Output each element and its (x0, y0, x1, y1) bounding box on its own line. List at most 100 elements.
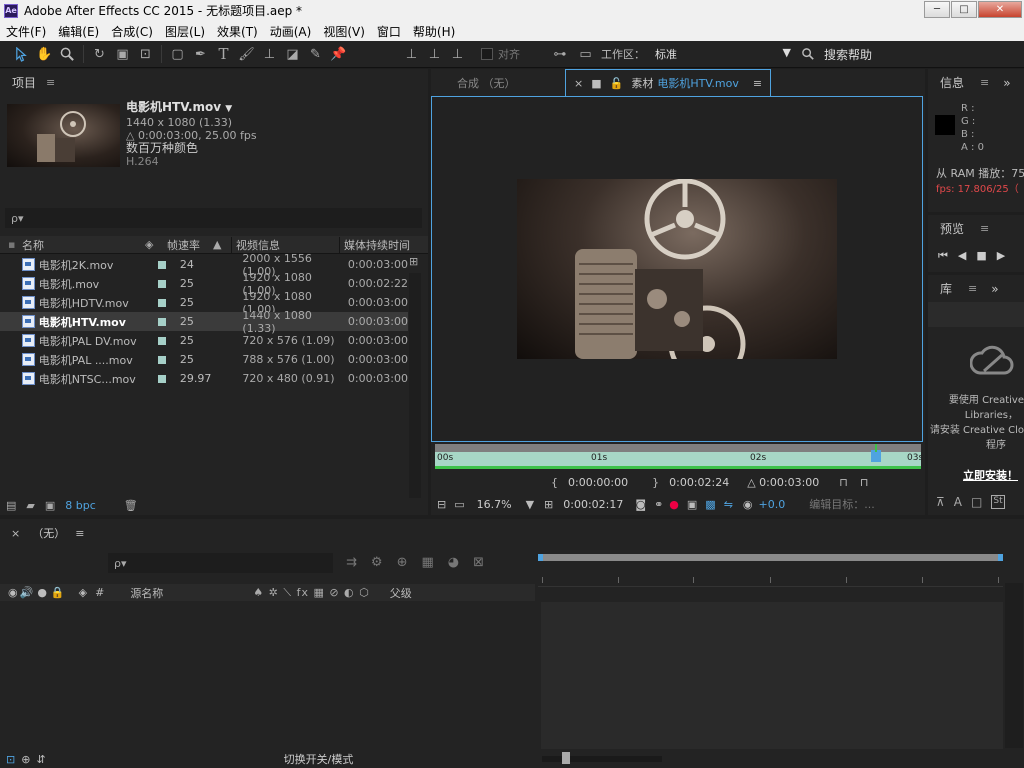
project-search-input[interactable]: ρ▾ (5, 208, 422, 228)
in-point-icon[interactable]: { (551, 476, 558, 489)
parent-header[interactable]: 父级 (390, 585, 412, 601)
col-fps[interactable]: 帧速率 (167, 237, 213, 253)
previous-frame-icon[interactable]: ◀ (958, 249, 966, 263)
expand-panels-icon[interactable]: » (991, 282, 998, 296)
brush-tool-icon[interactable]: 🖌 (237, 45, 256, 64)
tab-footage[interactable]: × ■ 🔓 素材 电影机HTV.mov ≡ (565, 69, 772, 96)
lock-icon[interactable]: 🔓 (610, 77, 624, 90)
out-point-time[interactable]: 0:00:02:24 (669, 476, 729, 489)
menu-window[interactable]: 窗口 (371, 23, 407, 40)
new-composition-icon[interactable]: ▣ (45, 499, 55, 512)
solo-icon[interactable]: ● (37, 586, 47, 599)
layer-area[interactable] (0, 602, 535, 749)
col-video-info[interactable]: 视频信息 (231, 236, 339, 253)
preview-tab[interactable]: 预览 (940, 220, 964, 237)
align-checkbox[interactable] (481, 48, 493, 60)
project-tab[interactable]: 项目 (12, 74, 36, 91)
col-duration[interactable]: 媒体持续时间 (339, 236, 410, 253)
col-name[interactable]: 名称 (22, 237, 145, 253)
overlay-edit-icon[interactable]: ⊓ (860, 476, 869, 489)
label-color-swatch[interactable] (158, 279, 166, 288)
label-color-swatch[interactable] (158, 298, 166, 307)
project-file-row[interactable]: 电影机HTV.mov 25 1440 x 1080 (1.33) 0:00:03:00 (0, 309, 408, 335)
monitor-icon[interactable]: ▭ (454, 498, 464, 511)
install-now-link[interactable]: 立即安装！ (963, 467, 1018, 483)
shy-layers-icon[interactable]: ⊕ (397, 555, 408, 570)
label-color-swatch[interactable] (158, 374, 166, 383)
switches-icons[interactable]: ♠ ✲ ⟍ fx ▦ ⊘ ◐ ⬡ (253, 586, 369, 600)
ripple-insert-icon[interactable]: ⊓ (839, 476, 848, 489)
axis-view-icon[interactable]: ⊥ (448, 45, 467, 64)
stop-icon[interactable]: ■ (976, 249, 986, 263)
camera-snapshot-icon[interactable]: ◙ (635, 498, 646, 511)
comp-mini-flowchart-icon[interactable]: ⇉ (346, 555, 357, 570)
panel-menu-icon[interactable]: ≡ (75, 527, 84, 540)
close-icon[interactable]: × (11, 527, 20, 540)
pen-tool-icon[interactable]: ✒ (191, 45, 210, 64)
axis-local-icon[interactable]: ⊥ (402, 45, 421, 64)
hand-tool-icon[interactable]: ✋ (35, 45, 54, 64)
audio-icon[interactable]: 🔊 (20, 586, 34, 599)
first-frame-icon[interactable]: ⏮ (938, 249, 948, 263)
lock-icon[interactable]: 🔒 (51, 586, 65, 599)
timeline-track-area[interactable] (541, 602, 1003, 749)
timeline-tab[interactable]: （无） (32, 525, 65, 541)
project-file-row[interactable]: 电影机PAL DV.mov 25 720 x 576 (1.09) 0:00:03:0… (0, 331, 408, 350)
timeline-scrollbar[interactable] (1005, 583, 1023, 748)
panel-menu-icon[interactable]: ≡ (980, 76, 989, 89)
label-color-swatch[interactable] (158, 260, 166, 269)
video-eye-icon[interactable]: ◉ (8, 586, 18, 599)
exposure-value[interactable]: +0.0 (759, 498, 786, 511)
exposure-reset-icon[interactable]: ◉ (743, 498, 753, 511)
filter-icon[interactable]: ⊼ (936, 495, 945, 509)
minimize-button[interactable]: ─ (924, 1, 950, 18)
source-name-header[interactable]: 源名称 (130, 585, 250, 601)
workspace-dropdown[interactable]: 标准 ▼ (655, 46, 791, 62)
project-scrollbar[interactable] (409, 273, 421, 498)
frame-blending-icon[interactable]: ▦ (421, 555, 433, 570)
fast-preview-icon[interactable]: ⇋ (724, 498, 733, 511)
guides-icon[interactable]: ▣ (687, 498, 697, 511)
expand-panels-icon[interactable]: » (1003, 76, 1010, 90)
panel-menu-icon[interactable]: ≡ (980, 222, 989, 235)
roto-brush-tool-icon[interactable]: ✎ (306, 45, 325, 64)
tab-composition[interactable]: 合成 （无） (431, 75, 565, 91)
bpc-toggle[interactable]: 8 bpc (65, 499, 96, 512)
label-color-swatch[interactable] (158, 336, 166, 345)
chevron-down-icon[interactable]: ▼ (526, 498, 534, 511)
transfer-controls-icon[interactable]: ⊕ (21, 753, 30, 766)
viewer-time-ruler[interactable]: 00s 01s 02s 03s (435, 444, 923, 470)
viewer-canvas[interactable] (431, 96, 923, 442)
label-color-swatch[interactable] (158, 317, 166, 326)
project-file-row[interactable]: 电影机NTSC...mov 29.97 720 x 480 (0.91) 0:00:0… (0, 369, 408, 388)
search-icon[interactable] (799, 45, 818, 64)
in-point-time[interactable]: 0:00:00:00 (568, 476, 628, 489)
region-of-interest-icon[interactable]: ⊞ (544, 498, 553, 511)
text-tool-icon[interactable]: T (214, 45, 233, 64)
interpret-footage-icon[interactable]: ▤ (6, 499, 16, 512)
draft-3d-icon[interactable]: ⚙ (371, 555, 383, 570)
menu-layer[interactable]: 图层(L) (159, 23, 211, 40)
clone-stamp-tool-icon[interactable]: ⊥ (260, 45, 279, 64)
tag-column-icon[interactable]: ◈ (145, 238, 167, 251)
text-style-icon[interactable]: A (954, 495, 962, 509)
menu-composition[interactable]: 合成(C) (105, 23, 159, 40)
menu-edit[interactable]: 编辑(E) (52, 23, 105, 40)
label-tag-icon[interactable]: ◈ (79, 586, 87, 599)
selection-tool-icon[interactable] (12, 45, 31, 64)
info-tab[interactable]: 信息 (940, 74, 964, 91)
panel-menu-icon[interactable]: ≡ (968, 282, 977, 295)
show-snapshot-icon[interactable]: ⚭ (654, 498, 663, 511)
puppet-pin-tool-icon[interactable]: 📌 (329, 45, 348, 64)
zoom-value[interactable]: 16.7% (477, 498, 512, 511)
menu-help[interactable]: 帮助(H) (407, 23, 461, 40)
new-folder-icon[interactable]: ▰ (26, 499, 34, 512)
flowchart-icon[interactable]: ⊞ (409, 255, 418, 268)
eraser-tool-icon[interactable]: ◪ (283, 45, 302, 64)
search-help-input[interactable]: 搜索帮助 (824, 46, 872, 63)
zoom-slider[interactable] (542, 752, 663, 764)
next-frame-icon[interactable]: ▶ (997, 249, 1005, 263)
label-color-swatch[interactable] (158, 355, 166, 364)
snapshot-toggle-icon[interactable]: ⊟ (437, 498, 446, 511)
maximize-button[interactable]: □ (951, 1, 977, 18)
